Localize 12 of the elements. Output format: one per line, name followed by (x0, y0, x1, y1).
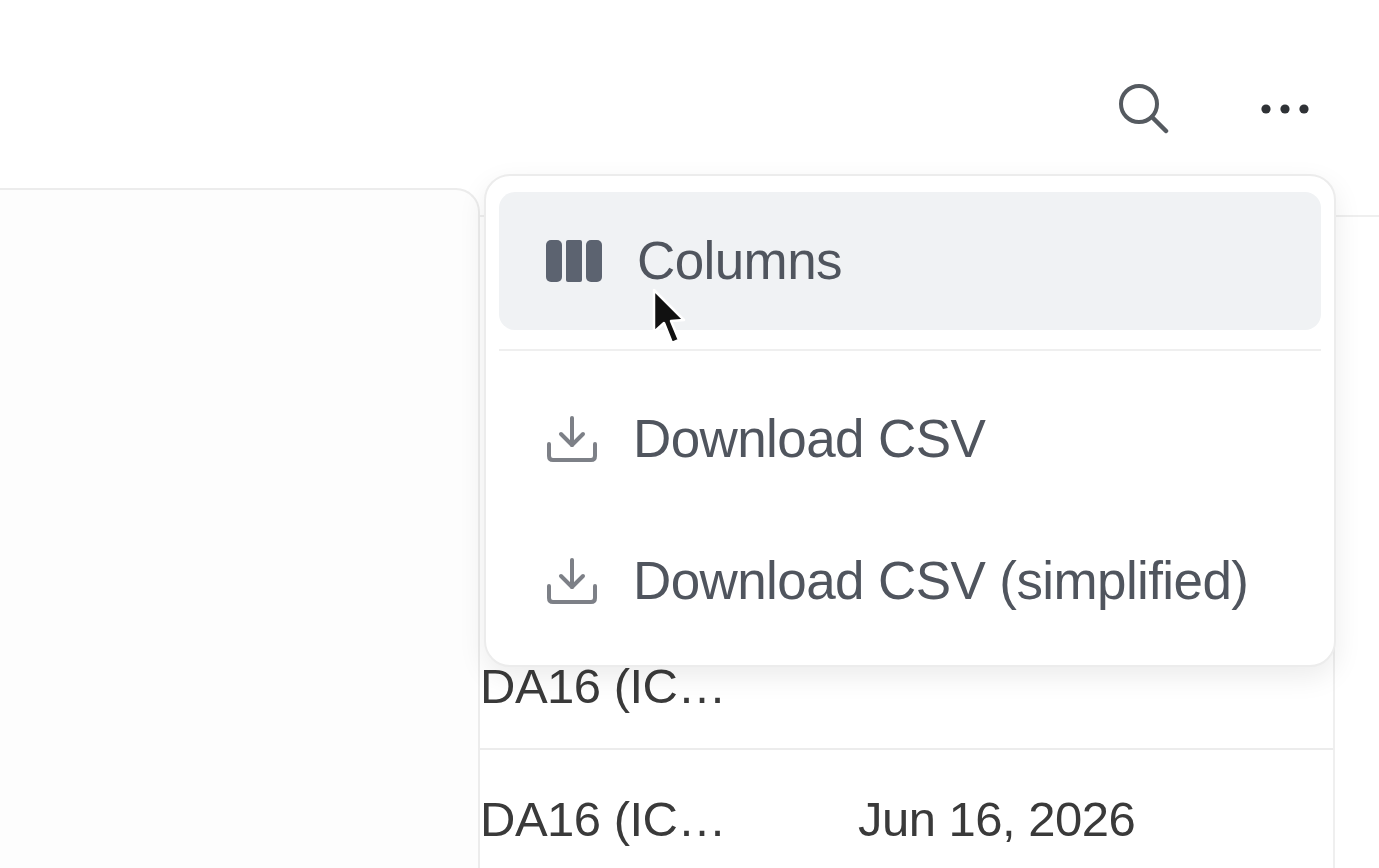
download-icon (546, 557, 598, 605)
table-cell-text: Jun 16, 2026 (858, 790, 1136, 848)
table-cell: DA16 (IC… (480, 659, 726, 713)
more-icon (1261, 104, 1309, 114)
columns-icon (546, 240, 602, 282)
search-icon (1117, 82, 1169, 134)
menu-item[interactable]: Columns (499, 192, 1321, 330)
menu-item[interactable]: Download CSV (simplified) (499, 510, 1321, 652)
menu-item[interactable]: Download CSV (499, 368, 1321, 510)
download-icon (546, 415, 598, 463)
more-button[interactable] (1259, 102, 1311, 116)
table-cell: DA16 (IC… (480, 791, 726, 846)
